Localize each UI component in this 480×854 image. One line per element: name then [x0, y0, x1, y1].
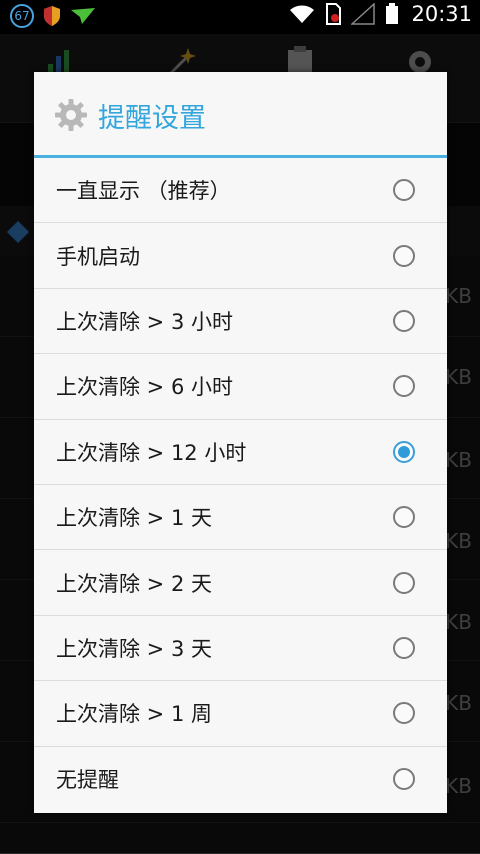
radio-button[interactable]: [393, 571, 415, 594]
option-label: 上次清除 > 6 小时: [56, 375, 233, 400]
option-label: 上次清除 > 12 小时: [56, 440, 247, 465]
status-bar: 67 20:31: [0, 0, 480, 34]
radio-button[interactable]: [393, 768, 415, 791]
option-12-hours[interactable]: 上次清除 > 12 小时: [34, 420, 447, 485]
wifi-icon: [290, 5, 315, 23]
radio-button[interactable]: [393, 309, 415, 332]
clock: 20:31: [411, 2, 472, 26]
option-label: 上次清除 > 3 天: [56, 636, 212, 661]
dialog-header: 提醒设置: [34, 72, 447, 158]
option-label: 上次清除 > 1 周: [56, 702, 212, 727]
option-label: 一直显示 （推荐）: [56, 179, 231, 204]
radio-button[interactable]: [393, 244, 415, 267]
sim-card-icon: [326, 3, 342, 25]
option-label: 上次清除 > 3 小时: [56, 309, 233, 334]
shield-app-icon: [44, 6, 60, 26]
option-3-hours[interactable]: 上次清除 > 3 小时: [34, 289, 447, 355]
option-label: 上次清除 > 1 天: [56, 506, 212, 531]
radio-button[interactable]: [393, 179, 415, 202]
radio-button[interactable]: [393, 636, 415, 659]
battery-icon: [386, 3, 399, 24]
option-phone-boot[interactable]: 手机启动: [34, 223, 447, 289]
options-list: 一直显示 （推荐） 手机启动 上次清除 > 3 小时 上次清除 > 6 小时 上…: [34, 158, 447, 812]
option-label: 上次清除 > 2 天: [56, 571, 212, 596]
radio-button-selected[interactable]: [393, 440, 415, 463]
option-3-days[interactable]: 上次清除 > 3 天: [34, 616, 447, 682]
radio-button[interactable]: [393, 702, 415, 725]
signal-icon: [351, 3, 376, 25]
radio-button[interactable]: [393, 506, 415, 529]
paper-plane-icon: [71, 8, 95, 24]
notification-count-badge: 67: [10, 4, 34, 28]
gear-icon: [55, 99, 87, 131]
option-2-days[interactable]: 上次清除 > 2 天: [34, 550, 447, 616]
option-label: 无提醒: [56, 768, 119, 793]
option-1-week[interactable]: 上次清除 > 1 周: [34, 681, 447, 747]
option-no-reminder[interactable]: 无提醒: [34, 747, 447, 812]
option-label: 手机启动: [56, 244, 140, 269]
dialog-title: 提醒设置: [98, 103, 206, 134]
option-1-day[interactable]: 上次清除 > 1 天: [34, 485, 447, 551]
reminder-settings-dialog: 提醒设置 一直显示 （推荐） 手机启动 上次清除 > 3 小时 上次清除 > 6…: [34, 72, 447, 813]
option-6-hours[interactable]: 上次清除 > 6 小时: [34, 354, 447, 420]
option-always-show[interactable]: 一直显示 （推荐）: [34, 158, 447, 224]
radio-button[interactable]: [393, 375, 415, 398]
